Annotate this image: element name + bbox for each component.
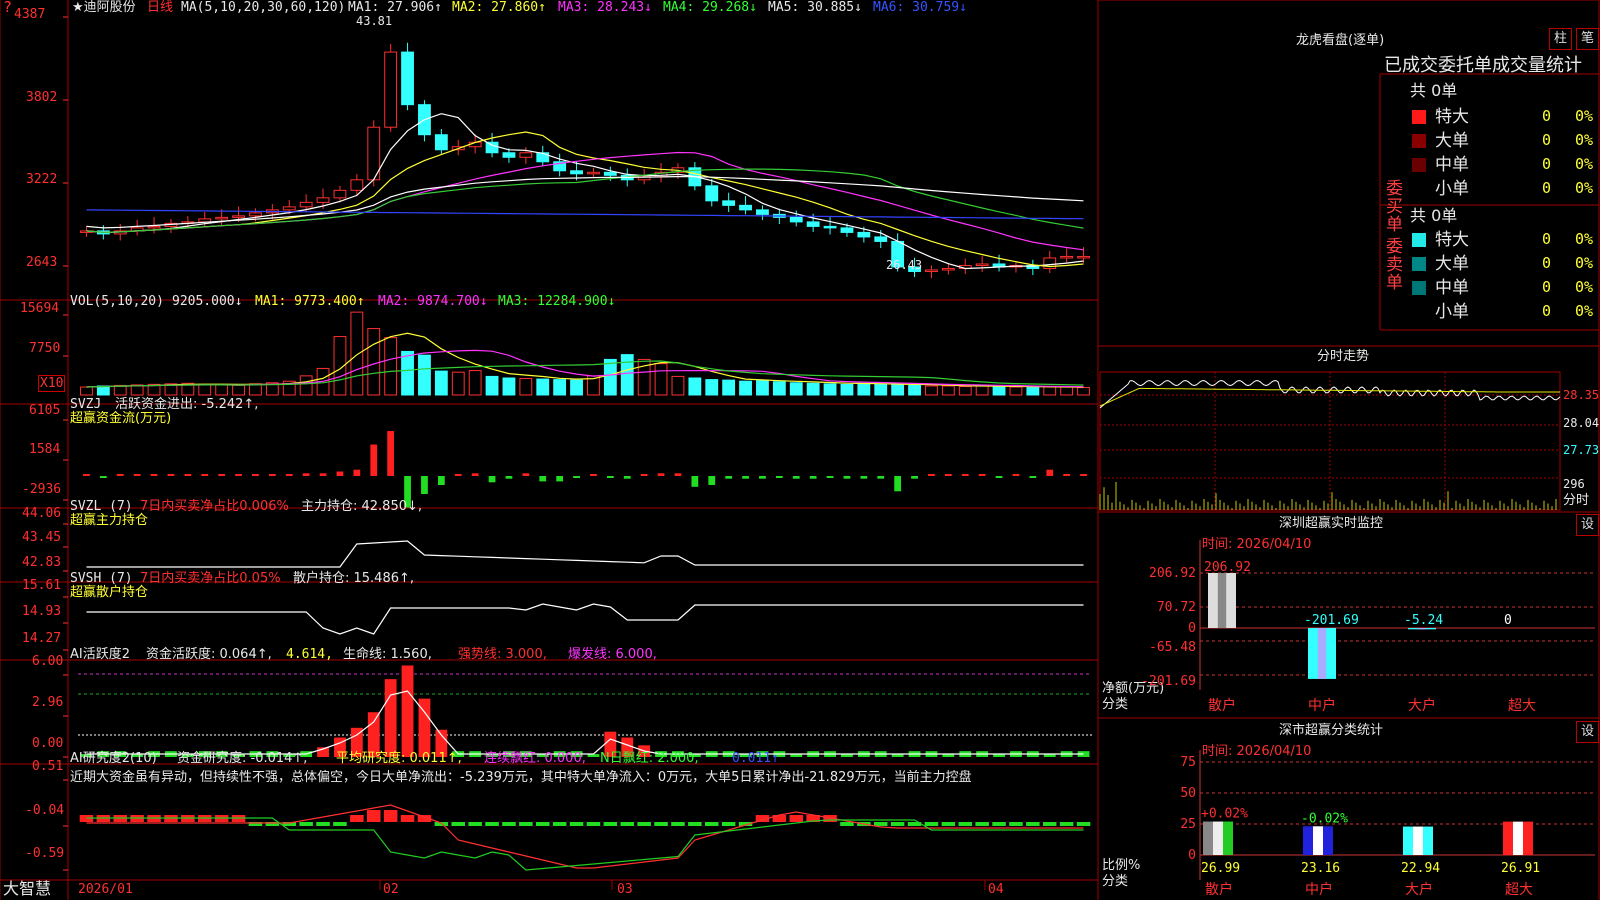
monitor-category-label: 超大 — [1508, 698, 1536, 714]
monitor-bar-shine — [1417, 628, 1427, 630]
level-swatch — [1412, 182, 1426, 196]
monitor-value-label: 206.92 — [1204, 560, 1251, 575]
monitor-ytick: 70.72 — [1157, 600, 1196, 615]
classify-bar — [1323, 826, 1333, 855]
classify-bar — [1403, 826, 1413, 855]
classify-category-label: 中户 — [1305, 881, 1333, 898]
classify-bar — [1303, 826, 1313, 855]
level-swatch — [1412, 158, 1426, 172]
classify-delta-label: -0.02% — [1301, 811, 1348, 826]
level-swatch — [1412, 110, 1426, 124]
monitor-bar-shine — [1317, 628, 1327, 679]
monitor-value-label: 0 — [1504, 613, 1512, 628]
classify-category-label: 大户 — [1405, 881, 1433, 898]
level-swatch — [1412, 305, 1426, 319]
level-swatch — [1412, 233, 1426, 247]
classify-ytick: 0 — [1188, 848, 1196, 863]
classify-bar — [1513, 821, 1523, 855]
monitor-bar-shine — [1217, 573, 1227, 628]
classify-bar — [1203, 821, 1213, 855]
classify-value-label: 23.16 — [1301, 861, 1340, 876]
classify-bar — [1223, 821, 1233, 855]
classify-category-label: 散户 — [1205, 881, 1233, 898]
classify-ytick: 25 — [1180, 817, 1196, 832]
level-swatch — [1412, 257, 1426, 271]
classify-category-label: 超大 — [1505, 882, 1533, 898]
classify-value-label: 26.91 — [1501, 861, 1540, 876]
classify-bar — [1313, 826, 1323, 855]
classify-ytick: 50 — [1180, 786, 1196, 801]
classify-bar — [1503, 821, 1513, 855]
classify-value-label: 22.94 — [1401, 861, 1440, 876]
monitor-category-label: 散户 — [1208, 697, 1236, 714]
classify-value-label: 26.99 — [1201, 861, 1240, 876]
monitor-ytick: 0 — [1188, 621, 1196, 636]
monitor-ytick: -201.69 — [1141, 674, 1196, 689]
monitor-value-label: -5.24 — [1404, 613, 1443, 628]
right-panel-charts: 206.92 70.72 0 -65.48 -201.69 206.92 散户 -201.69… — [1099, 110, 1595, 898]
monitor-ytick: -65.48 — [1149, 640, 1196, 655]
monitor-value-label: -201.69 — [1304, 613, 1359, 628]
monitor-ytick: 206.92 — [1149, 566, 1196, 581]
classify-bar — [1423, 826, 1433, 855]
classify-delta-label: +0.02% — [1201, 807, 1248, 822]
classify-bar — [1413, 826, 1423, 855]
monitor-category-label: 中户 — [1308, 697, 1336, 714]
classify-bar — [1213, 821, 1223, 855]
level-swatch — [1412, 281, 1426, 295]
classify-bar — [1523, 821, 1533, 855]
monitor-category-label: 大户 — [1408, 697, 1436, 714]
classify-ytick: 75 — [1180, 755, 1196, 770]
level-swatch — [1412, 134, 1426, 148]
